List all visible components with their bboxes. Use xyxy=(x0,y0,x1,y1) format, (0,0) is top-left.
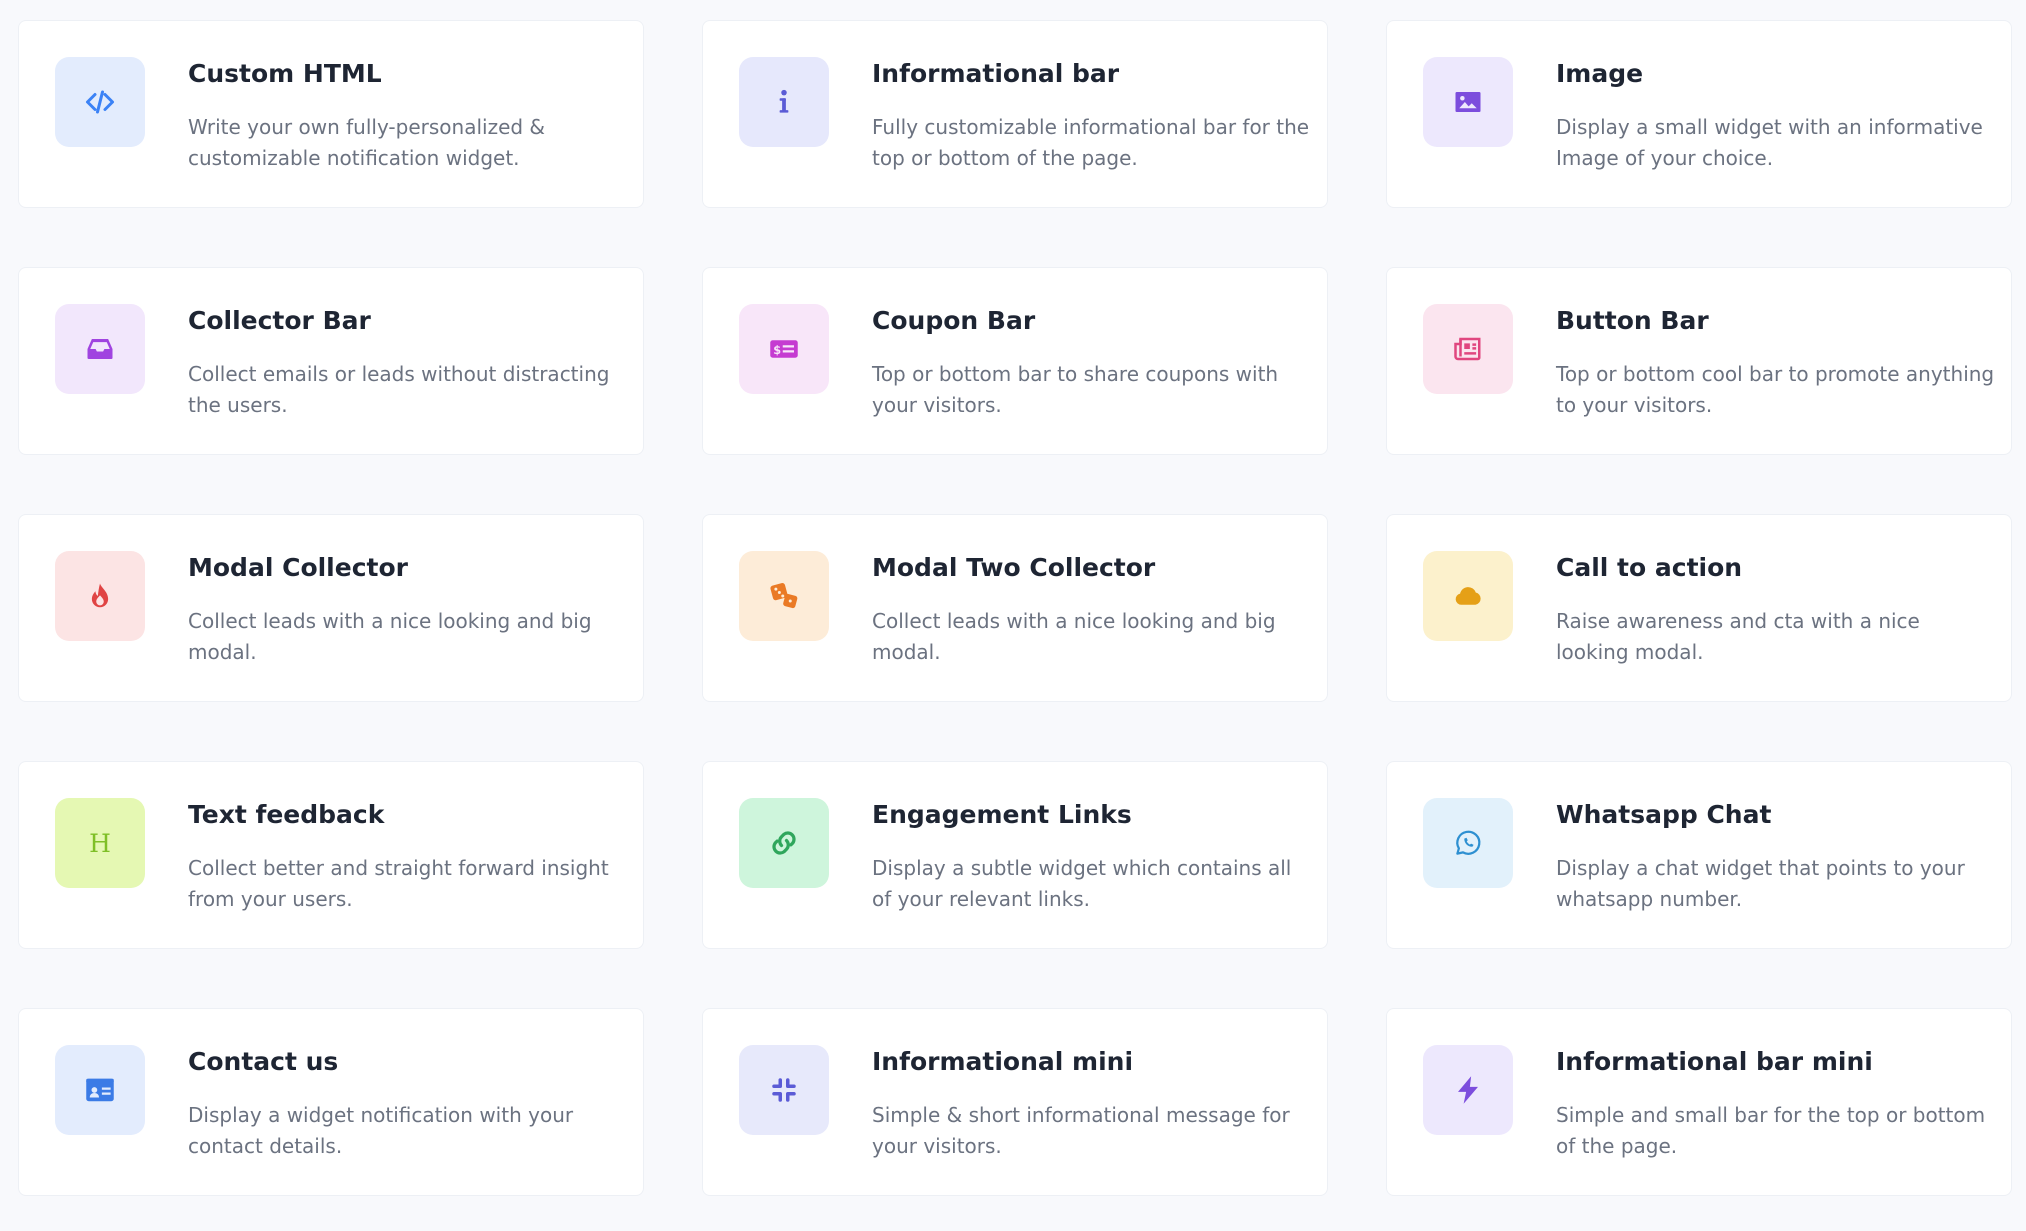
widget-card-custom-html[interactable]: Custom HTML Write your own fully-personal… xyxy=(18,20,644,208)
widget-description: Simple & short informational message for… xyxy=(872,1103,1290,1158)
widget-title: Engagement Links xyxy=(872,800,1132,829)
widget-card-image[interactable]: Image Display a small widget with an info… xyxy=(1386,20,2012,208)
widget-description: Fully customizable informational bar for… xyxy=(872,115,1310,170)
widget-card-collector-bar[interactable]: Collector Bar Collect emails or leads wit… xyxy=(18,267,644,455)
widget-title: Modal Collector xyxy=(188,553,408,582)
widget-description: Collect better and straight forward insi… xyxy=(188,856,609,911)
widget-title: Informational mini xyxy=(872,1047,1134,1076)
money-check-icon: $ xyxy=(739,304,829,394)
widget-card-text-feedback[interactable]: H Text feedback Collect better and straigh… xyxy=(18,761,644,949)
widget-card-modal-two-collector[interactable]: Modal Two Collector Collect leads with a … xyxy=(702,514,1328,702)
widget-card-coupon-bar[interactable]: $ Coupon Bar Top or bottom bar to share co… xyxy=(702,267,1328,455)
svg-text:H: H xyxy=(89,829,111,858)
fire-icon xyxy=(55,551,145,641)
widget-title: Call to action xyxy=(1556,553,1743,582)
widget-description: Write your own fully-personalized & cust… xyxy=(188,115,546,170)
link-icon xyxy=(739,798,829,888)
widget-title: Coupon Bar xyxy=(872,306,1036,335)
whatsapp-icon xyxy=(1423,798,1513,888)
newspaper-icon xyxy=(1423,304,1513,394)
widget-title: Informational bar xyxy=(872,59,1120,88)
svg-text:$: $ xyxy=(773,344,781,357)
widget-title: Contact us xyxy=(188,1047,339,1076)
compress-icon xyxy=(739,1045,829,1135)
widget-description: Display a chat widget that points to you… xyxy=(1556,856,1965,911)
cloud-icon xyxy=(1423,551,1513,641)
widget-title: Image xyxy=(1556,59,1644,88)
widget-title: Collector Bar xyxy=(188,306,371,335)
image-icon xyxy=(1423,57,1513,147)
widget-card-whatsapp-chat[interactable]: Whatsapp Chat Display a chat widget that … xyxy=(1386,761,2012,949)
heading-icon: H xyxy=(55,798,145,888)
widget-title: Button Bar xyxy=(1556,306,1709,335)
widget-description: Collect leads with a nice looking and bi… xyxy=(872,609,1276,664)
widget-card-button-bar[interactable]: Button Bar Top or bottom cool bar to prom… xyxy=(1386,267,2012,455)
widget-description: Simple and small bar for the top or bott… xyxy=(1556,1103,1986,1158)
widget-description: Display a subtle widget which contains a… xyxy=(872,856,1292,911)
widget-title: Modal Two Collector xyxy=(872,553,1156,582)
widget-description: Top or bottom cool bar to promote anythi… xyxy=(1556,362,1995,417)
dice-icon xyxy=(739,551,829,641)
widget-description: Raise awareness and cta with a nice look… xyxy=(1556,609,1920,664)
widget-description: Display a widget notification with your … xyxy=(188,1103,574,1158)
widget-card-informational-mini[interactable]: Informational mini Simple & short informa… xyxy=(702,1008,1328,1196)
code-icon xyxy=(55,57,145,147)
widget-description: Collect leads with a nice looking and bi… xyxy=(188,609,592,664)
widget-description: Collect emails or leads without distract… xyxy=(188,362,610,417)
widget-description: Display a small widget with an informati… xyxy=(1556,115,1983,170)
inbox-icon xyxy=(55,304,145,394)
widget-card-modal-collector[interactable]: Modal Collector Collect leads with a nice… xyxy=(18,514,644,702)
widget-title: Informational bar mini xyxy=(1556,1047,1873,1076)
id-card-icon xyxy=(55,1045,145,1135)
widget-card-contact-us[interactable]: Contact us Display a widget notification … xyxy=(18,1008,644,1196)
widget-card-call-to-action[interactable]: Call to action Raise awareness and cta wi… xyxy=(1386,514,2012,702)
widget-grid: Custom HTML Write your own fully-personal… xyxy=(18,20,2012,1196)
widget-title: Custom HTML xyxy=(188,59,382,88)
widget-card-informational-bar[interactable]: Informational bar Fully customizable info… xyxy=(702,20,1328,208)
widget-title: Text feedback xyxy=(188,800,385,829)
bolt-icon xyxy=(1423,1045,1513,1135)
widget-description: Top or bottom bar to share coupons with … xyxy=(872,362,1279,417)
widget-title: Whatsapp Chat xyxy=(1556,800,1772,829)
widget-card-engagement-links[interactable]: Engagement Links Display a subtle widget … xyxy=(702,761,1328,949)
widget-card-informational-bar-mini[interactable]: Informational bar mini Simple and small b… xyxy=(1386,1008,2012,1196)
info-icon xyxy=(739,57,829,147)
